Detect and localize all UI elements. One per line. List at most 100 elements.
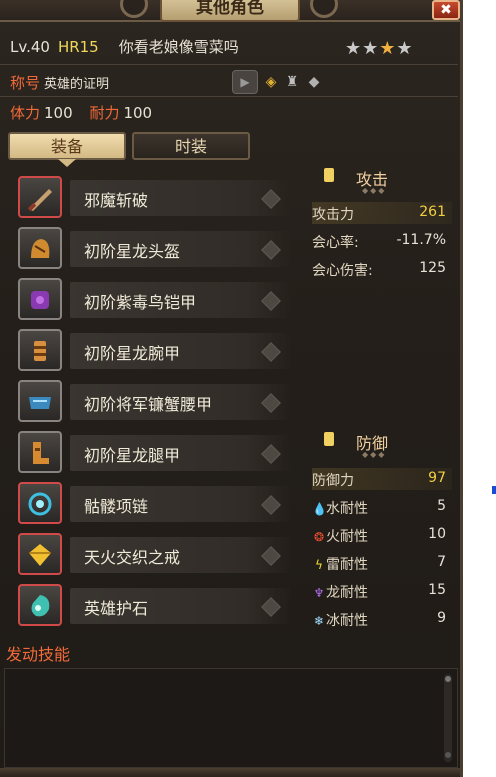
stat-value: 97 xyxy=(428,470,446,486)
leg-armor-icon xyxy=(18,431,62,473)
star-icon: ★ xyxy=(396,38,414,59)
star-icon: ★ xyxy=(379,38,397,59)
character-panel: 其他角色 ✖ Lv.40 HR15 你看老娘像雪菜吗 ★★★★ 称号 英雄的证明 ▶ … xyxy=(0,0,463,777)
ornament-dots: ◆◆◆ xyxy=(362,450,387,459)
stat-value: 9 xyxy=(437,610,446,626)
close-button[interactable]: ✖ xyxy=(432,0,460,20)
equipment-slot-waist[interactable]: 初阶将军镰蟹腰甲 xyxy=(14,376,294,424)
stat-label: 攻击力 xyxy=(312,207,354,223)
stat-value: 7 xyxy=(437,554,446,570)
bottom-border xyxy=(0,768,460,777)
equipment-name: 初阶紫毒鸟铠甲 xyxy=(84,293,197,312)
ornament-dots: ◆◆◆ xyxy=(362,186,387,195)
stat-label: 火耐性 xyxy=(326,529,368,545)
attack-icon xyxy=(324,168,334,182)
equipment-name: 骷髅项链 xyxy=(84,497,149,516)
equipment-name: 天火交织之戒 xyxy=(84,548,181,567)
stat-label: 防御力 xyxy=(312,473,354,489)
critical-rate-row: 会心率: -11.7% xyxy=(312,230,452,252)
waist-armor-icon xyxy=(18,380,62,422)
scroll-down-icon[interactable] xyxy=(445,752,451,758)
equipment-slot-weapon[interactable]: 邪魔斩破 xyxy=(14,172,294,220)
dragon-resist-row: ♆ 龙耐性 15 xyxy=(312,580,452,602)
thunder-resist-row: ϟ 雷耐性 7 xyxy=(312,552,452,574)
equipment-slot-necklace[interactable]: 骷髅项链 xyxy=(14,478,294,526)
equipment-slot-chest[interactable]: 初阶紫毒鸟铠甲 xyxy=(14,274,294,322)
player-info: Lv.40 HR15 你看老娘像雪菜吗 ★★★★ 称号 英雄的证明 ▶ ◈ ♜ ◆ 体… xyxy=(0,28,458,124)
helmet-icon xyxy=(18,227,62,269)
stat-label: 会心率: xyxy=(312,235,359,251)
stat-value: 125 xyxy=(419,260,446,276)
stat-value: 5 xyxy=(437,498,446,514)
equipment-name: 初阶星龙头盔 xyxy=(84,242,181,261)
equipment-name: 初阶星龙腿甲 xyxy=(84,446,181,465)
ring-icon xyxy=(18,533,62,575)
hunter-rank: HR15 xyxy=(57,38,99,56)
star-icon: ★ xyxy=(362,38,380,59)
tab-pointer xyxy=(58,159,76,167)
stats-row: 体力 100 耐力 100 xyxy=(10,102,152,123)
ice-icon: ❄ xyxy=(313,614,325,628)
equipment-slot-head[interactable]: 初阶星龙头盔 xyxy=(14,223,294,271)
stamina-label: 体力 xyxy=(10,104,41,122)
guild-badge-icon: ♜ xyxy=(285,74,299,90)
equipment-name: 初阶星龙腕甲 xyxy=(84,344,181,363)
title-bar: 其他角色 ✖ xyxy=(0,0,460,22)
gem-badge-icon: ◆ xyxy=(308,74,320,90)
water-resist-row: 💧水耐性 5 xyxy=(312,496,452,518)
skills-list[interactable] xyxy=(4,668,458,768)
skills-scrollbar[interactable] xyxy=(444,674,452,762)
title-ornament-left xyxy=(120,0,148,18)
edge-marker xyxy=(492,486,496,494)
endurance-label: 耐力 xyxy=(89,104,120,122)
window-title: 其他角色 xyxy=(160,0,300,22)
water-icon: 💧 xyxy=(312,502,327,516)
equipment-name: 英雄护石 xyxy=(84,599,149,618)
chest-armor-icon xyxy=(18,278,62,320)
stat-value: 15 xyxy=(428,582,446,598)
dragon-icon: ♆ xyxy=(313,586,325,600)
skills-title: 发动技能 xyxy=(6,645,71,664)
title-value: 英雄的证明 xyxy=(44,77,110,92)
divider xyxy=(0,64,458,65)
stat-value: -11.7% xyxy=(396,232,446,248)
weapon-icon xyxy=(18,176,62,218)
stat-label: 雷耐性 xyxy=(326,557,368,573)
critical-damage-row: 会心伤害: 125 xyxy=(312,258,452,280)
stat-label: 水耐性 xyxy=(326,501,368,517)
title-row: 称号 英雄的证明 xyxy=(10,72,109,93)
title-label: 称号 xyxy=(10,74,41,92)
level-text: Lv.40 xyxy=(10,38,50,56)
thunder-icon: ϟ xyxy=(315,558,323,572)
equipment-name: 初阶将军镰蟹腰甲 xyxy=(84,395,213,414)
necklace-icon xyxy=(18,482,62,524)
equipment-slot-legs[interactable]: 初阶星龙腿甲 xyxy=(14,427,294,475)
equipment-name: 邪魔斩破 xyxy=(84,191,149,210)
equipment-slot-charm[interactable]: 英雄护石 xyxy=(14,580,294,628)
stamina-value: 100 xyxy=(44,104,73,122)
defense-power-row: 防御力 97 xyxy=(312,468,452,490)
ice-resist-row: ❄ 冰耐性 9 xyxy=(312,608,452,630)
rating-stars: ★★★★ xyxy=(345,38,414,59)
equipment-slot-ring[interactable]: 天火交织之戒 xyxy=(14,529,294,577)
stat-value: 261 xyxy=(419,204,446,220)
stat-label: 会心伤害: xyxy=(312,263,373,279)
tab-equipment[interactable]: 装备 xyxy=(8,132,126,160)
gauntlet-icon xyxy=(18,329,62,371)
equipment-slot-arms[interactable]: 初阶星龙腕甲 xyxy=(14,325,294,373)
rank-badge-icon: ◈ xyxy=(265,74,277,90)
player-name: 你看老娘像雪菜吗 xyxy=(118,38,239,56)
attack-header: 攻击 ◆◆◆ xyxy=(304,160,458,195)
divider xyxy=(0,96,458,97)
play-button[interactable]: ▶ xyxy=(232,70,258,94)
star-icon: ★ xyxy=(345,38,363,59)
endurance-value: 100 xyxy=(123,104,153,122)
defense-header: 防御 ◆◆◆ xyxy=(304,424,458,459)
scroll-up-icon[interactable] xyxy=(445,676,451,682)
stat-label: 龙耐性 xyxy=(326,585,368,601)
fire-icon: ❂ xyxy=(313,530,325,544)
attack-power-row: 攻击力 261 xyxy=(312,202,452,224)
tab-fashion[interactable]: 时装 xyxy=(132,132,250,160)
charm-icon xyxy=(18,584,62,626)
stat-value: 10 xyxy=(428,526,446,542)
